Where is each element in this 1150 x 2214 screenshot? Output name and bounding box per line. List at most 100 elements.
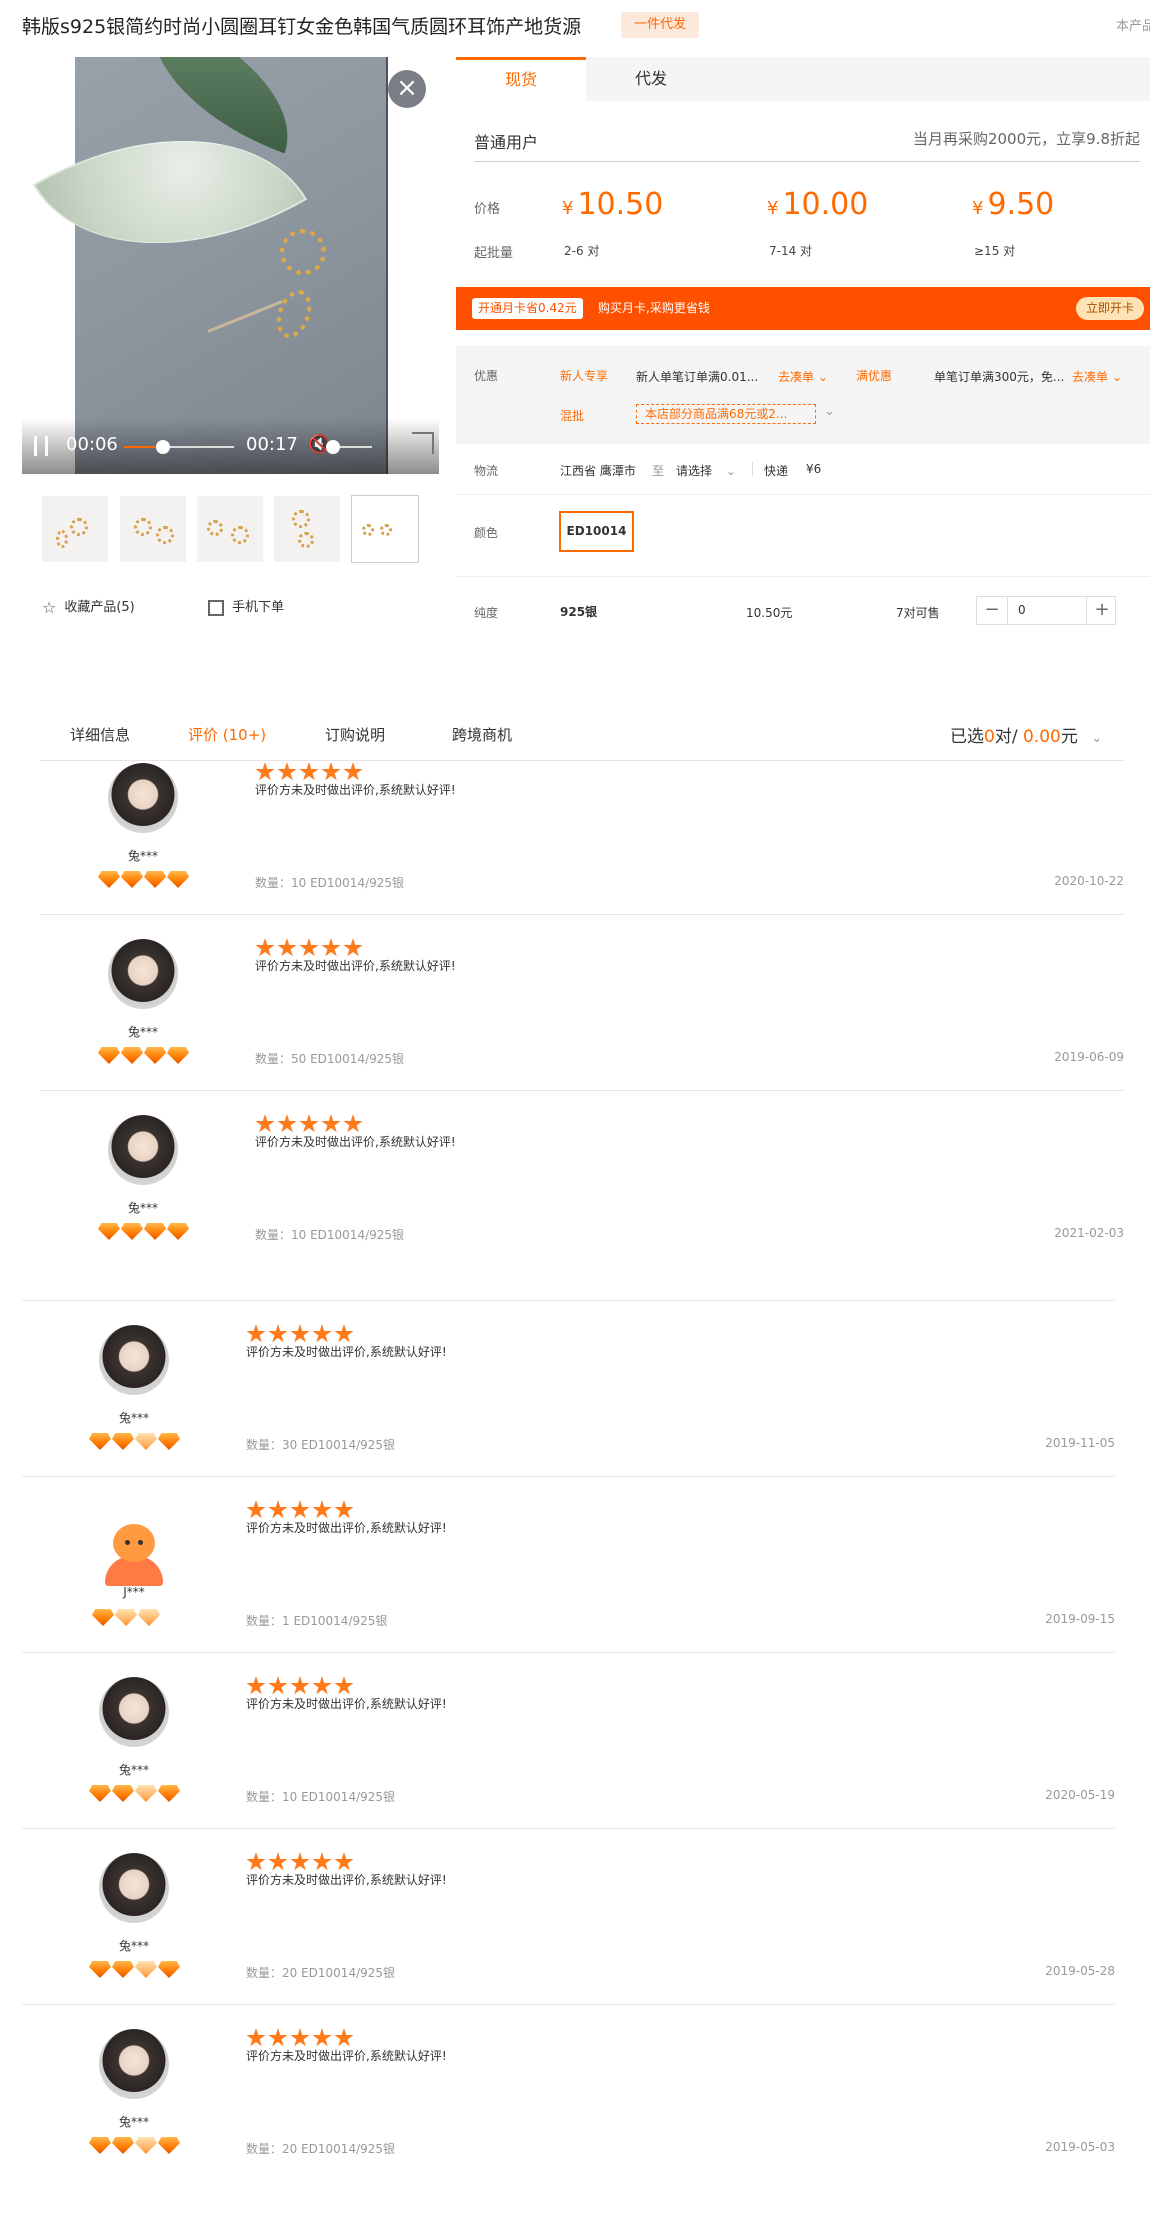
destination-select[interactable]: 请选择 ⌄: [676, 462, 736, 479]
go-collect-link[interactable]: 去凑单 ⌄: [1072, 368, 1122, 385]
review-date: 2019-05-28: [1045, 1964, 1115, 1978]
tier-qty: ≥15 对: [974, 244, 1016, 258]
review-item: 兔*** 评价方未及时做出评价,系统默认好评! 数量：10 ED10014/92…: [0, 760, 1150, 936]
chevron-down-icon: ⌄: [1091, 731, 1103, 746]
thumbnail[interactable]: [120, 496, 186, 562]
avatar: [99, 2029, 169, 2099]
promo-text: 当月再采购2000元，立享9.8折起: [912, 130, 1140, 148]
video-current-time: 00:06: [66, 434, 118, 455]
mix-batch-text[interactable]: 本店部分商品满68元或2...: [636, 404, 816, 424]
plus-icon[interactable]: +: [1087, 597, 1117, 624]
product-title: 韩版s925银简约时尚小圆圈耳钉女金色韩国气质圆环耳饰产地货源: [22, 16, 582, 38]
purchase-tabs: 现货 代发: [456, 57, 1150, 101]
thumbnail[interactable]: [197, 496, 263, 562]
monthly-card-banner[interactable]: 开通月卡省0.42元 购买月卡,采购更省钱 立即开卡: [456, 287, 1150, 330]
new-user-tag: 新人专享: [560, 369, 609, 383]
qrcode-icon: [208, 599, 224, 616]
review-meta: 数量：10 ED10014/925银: [246, 1790, 396, 1804]
review-text: 评价方未及时做出评价,系统默认好评!: [255, 783, 456, 797]
review-meta: 数量：20 ED10014/925银: [246, 1966, 396, 1980]
buyer-level-gems: [98, 1223, 190, 1244]
collect-label: 收藏产品(5): [64, 600, 135, 615]
review-text: 评价方未及时做出评价,系统默认好评!: [246, 1521, 447, 1535]
video-duration: 00:17: [246, 434, 298, 455]
avatar: [99, 1677, 169, 1747]
reviewer-name: 兔***: [118, 2115, 149, 2129]
review-item: 兔*** 评价方未及时做出评价,系统默认好评! 数量：10 ED10014/92…: [0, 1112, 1150, 1288]
video-progress-bar[interactable]: [124, 440, 234, 454]
go-collect-link[interactable]: 去凑单 ⌄: [778, 368, 828, 385]
review-date: 2019-09-15: [1045, 1612, 1115, 1626]
close-icon[interactable]: ×: [388, 70, 426, 108]
purity-label: 纯度: [474, 606, 499, 620]
review-meta: 数量：20 ED10014/925银: [246, 2142, 396, 2156]
thumbnail[interactable]: [274, 496, 340, 562]
tab-details[interactable]: 详细信息: [70, 724, 130, 745]
quantity-input[interactable]: 0: [1007, 597, 1087, 624]
review-date: 2019-11-05: [1045, 1436, 1115, 1450]
review-text: 评价方未及时做出评价,系统默认好评!: [246, 1697, 447, 1711]
color-label: 颜色: [474, 526, 499, 540]
buyer-level-gems: [98, 871, 190, 892]
corner-text: 本产品: [1116, 19, 1150, 34]
buyer-level-gems: [89, 1433, 181, 1454]
quantity-stepper: − 0 +: [976, 596, 1116, 625]
tab-in-stock[interactable]: 现货: [456, 57, 586, 101]
avatar: [108, 1115, 178, 1185]
video-progress-handle[interactable]: [155, 440, 170, 454]
chevron-down-icon[interactable]: ⌄: [824, 404, 835, 419]
reviewer-name: 兔***: [127, 1025, 158, 1039]
dropship-badge[interactable]: 一件代发: [621, 12, 700, 38]
volume-handle[interactable]: [326, 440, 340, 454]
volume-slider[interactable]: [326, 440, 372, 454]
buyer-level-gems: [89, 1961, 181, 1982]
review-meta: 数量：30 ED10014/925银: [246, 1438, 396, 1452]
review-item: 兔*** 评价方未及时做出评价,系统默认好评! 数量：30 ED10014/92…: [0, 1322, 1150, 1498]
collect-button[interactable]: ☆ 收藏产品(5): [42, 596, 135, 617]
tab-dropship[interactable]: 代发: [586, 57, 716, 101]
mobile-order-label: 手机下单: [232, 600, 285, 615]
shipping-method: 快递: [764, 464, 789, 478]
earring-ring: [270, 285, 318, 343]
review-text: 评价方未及时做出评价,系统默认好评!: [255, 959, 456, 973]
tab-reviews[interactable]: 评价 (10+): [188, 724, 266, 745]
review-text: 评价方未及时做出评价,系统默认好评!: [246, 2049, 447, 2063]
color-option[interactable]: ED10014: [559, 511, 634, 552]
buyer-level-gems: [92, 1609, 161, 1630]
review-date: 2021-02-03: [1054, 1226, 1124, 1240]
reviewer-name: 兔***: [127, 1201, 158, 1215]
discount-label: 优惠: [474, 369, 499, 383]
avatar: [99, 1853, 169, 1923]
review-item: J*** 评价方未及时做出评价,系统默认好评! 数量：1 ED10014/925…: [0, 1498, 1150, 1674]
fullscreen-icon[interactable]: [412, 432, 434, 454]
thumbnail[interactable]: [42, 496, 108, 562]
avatar: [99, 1325, 169, 1395]
tab-order-notes[interactable]: 订购说明: [325, 724, 385, 745]
pause-icon[interactable]: [34, 436, 48, 456]
buyer-level-gems: [89, 1785, 181, 1806]
tab-cross-border[interactable]: 跨境商机: [452, 724, 512, 745]
logistics-to: 至: [652, 464, 665, 478]
card-text: 购买月卡,采购更省钱: [598, 301, 710, 315]
tier-qty: 7-14 对: [769, 244, 813, 258]
stock-available: 7对可售: [896, 606, 940, 620]
open-card-button[interactable]: 立即开卡: [1076, 297, 1145, 320]
reviewer-name: J***: [123, 1585, 145, 1599]
star-outline-icon: ☆: [42, 598, 57, 617]
mobile-order-button[interactable]: 手机下单: [208, 596, 284, 616]
logistics-label: 物流: [474, 464, 499, 478]
buyer-level-gems: [98, 1047, 190, 1068]
minus-icon[interactable]: −: [977, 597, 1007, 624]
product-video[interactable]: [22, 57, 439, 474]
user-type: 普通用户: [474, 133, 539, 152]
product-image: [32, 57, 387, 474]
tier-price: ¥10.50: [562, 187, 664, 222]
review-item: 兔*** 评价方未及时做出评价,系统默认好评! 数量：20 ED10014/92…: [0, 2026, 1150, 2202]
buyer-level-gems: [89, 2137, 181, 2158]
chevron-down-icon: ⌄: [725, 464, 736, 478]
selection-summary[interactable]: 已选0对/ 0.00元 ⌄: [950, 722, 1102, 747]
reviewer-name: 兔***: [118, 1763, 149, 1777]
thumbnail[interactable]: [352, 496, 418, 562]
full-discount-tag: 满优惠: [856, 369, 893, 383]
review-meta: 数量：10 ED10014/925银: [255, 1228, 405, 1242]
